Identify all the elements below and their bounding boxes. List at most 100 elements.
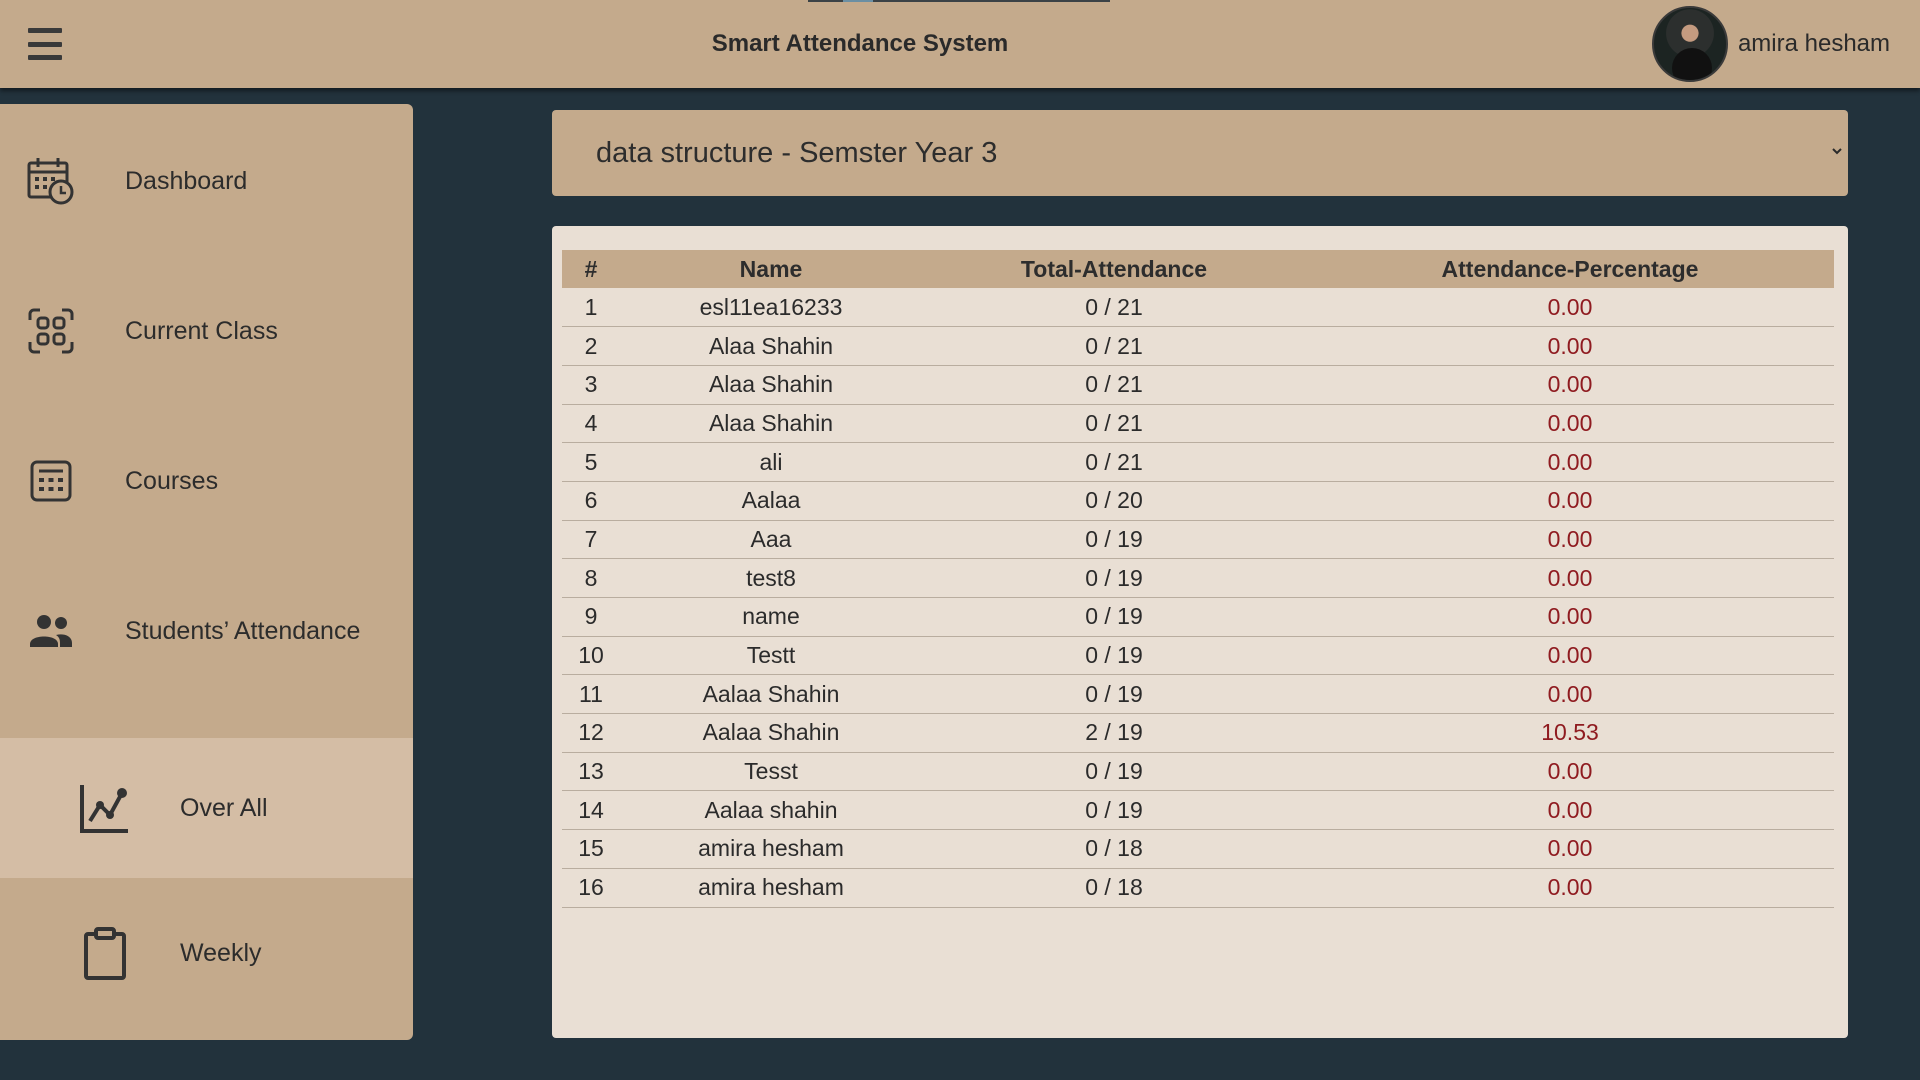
total-attendance: 0 / 21 <box>922 442 1306 482</box>
attendance-percentage: 0.00 <box>1306 597 1834 637</box>
student-name: ali <box>620 442 922 482</box>
avatar[interactable] <box>1651 6 1728 82</box>
total-attendance: 0 / 20 <box>922 481 1306 521</box>
people-icon <box>30 615 72 647</box>
sidebar-subitem-weekly[interactable]: Weekly <box>0 878 413 1028</box>
total-attendance: 0 / 19 <box>922 520 1306 560</box>
user-name: amira hesham <box>1737 30 1890 57</box>
table-row[interactable]: 11 Aalaa Shahin 0 / 19 0.00 <box>562 674 1834 715</box>
row-index: 5 <box>562 442 620 482</box>
sidebar-subitem-over-all[interactable]: Over All <box>0 738 413 878</box>
attendance-percentage: 0.00 <box>1306 520 1834 560</box>
scan-icon <box>28 308 74 354</box>
table-row[interactable]: 15 amira hesham 0 / 18 0.00 <box>562 829 1834 869</box>
attendance-percentage: 0.00 <box>1306 481 1834 521</box>
attendance-percentage: 0.00 <box>1306 442 1834 482</box>
table-row[interactable]: 12 Aalaa Shahin 2 / 19 10.53 <box>562 713 1834 753</box>
total-attendance: 0 / 21 <box>922 365 1306 405</box>
loading-indicator <box>808 0 1110 2</box>
table-row[interactable]: 16 amira hesham 0 / 18 0.00 <box>562 868 1834 908</box>
row-index: 3 <box>562 365 620 405</box>
table-row[interactable]: 4 Alaa Shahin 0 / 21 0.00 <box>562 404 1834 444</box>
student-name: Alaa Shahin <box>620 404 922 444</box>
row-index: 1 <box>562 288 620 328</box>
row-index: 8 <box>562 558 620 598</box>
table-row[interactable]: 5 ali 0 / 21 0.00 <box>562 442 1834 482</box>
total-attendance: 0 / 21 <box>922 404 1306 444</box>
row-index: 11 <box>562 674 620 715</box>
student-name: esl11ea16233 <box>620 288 922 328</box>
table-row[interactable]: 14 Aalaa shahin 0 / 19 0.00 <box>562 790 1834 831</box>
total-attendance: 2 / 19 <box>922 713 1306 753</box>
student-name: Testt <box>620 636 922 676</box>
table-row[interactable]: 9 name 0 / 19 0.00 <box>562 597 1834 637</box>
clipboard-icon <box>84 927 126 980</box>
column-header-total-attendance[interactable]: Total-Attendance <box>922 250 1306 288</box>
table-row[interactable]: 13 Tesst 0 / 19 0.00 <box>562 752 1834 792</box>
row-index: 4 <box>562 404 620 444</box>
row-index: 15 <box>562 829 620 869</box>
attendance-percentage: 0.00 <box>1306 558 1834 598</box>
course-select[interactable]: data structure - Semster Year 3 <box>552 110 1848 196</box>
row-index: 13 <box>562 752 620 792</box>
calculator-icon <box>30 460 72 502</box>
sidebar-item-courses[interactable]: Courses <box>0 406 413 556</box>
row-index: 6 <box>562 481 620 521</box>
table-row[interactable]: 7 Aaa 0 / 19 0.00 <box>562 520 1834 560</box>
attendance-percentage: 0.00 <box>1306 674 1834 715</box>
column-header-attendance-percentage[interactable]: Attendance-Percentage <box>1306 250 1834 288</box>
student-name: Alaa Shahin <box>620 326 922 366</box>
attendance-percentage: 0.00 <box>1306 790 1834 831</box>
student-name: amira hesham <box>620 868 922 908</box>
calendar-clock-icon <box>27 158 74 205</box>
student-name: name <box>620 597 922 637</box>
attendance-percentage: 0.00 <box>1306 288 1834 328</box>
attendance-percentage: 0.00 <box>1306 636 1834 676</box>
row-index: 7 <box>562 520 620 560</box>
total-attendance: 0 / 21 <box>922 288 1306 328</box>
total-attendance: 0 / 19 <box>922 636 1306 676</box>
top-bar: Smart Attendance System amira hesham <box>0 0 1920 88</box>
total-attendance: 0 / 19 <box>922 790 1306 831</box>
table-row[interactable]: 10 Testt 0 / 19 0.00 <box>562 636 1834 676</box>
app-title: Smart Attendance System <box>711 30 1009 57</box>
course-select-value: data structure - Semster Year 3 <box>596 136 998 169</box>
student-name: Aalaa <box>620 481 922 521</box>
row-index: 9 <box>562 597 620 637</box>
total-attendance: 0 / 19 <box>922 752 1306 792</box>
table-row[interactable]: 1 esl11ea16233 0 / 21 0.00 <box>562 288 1834 328</box>
sidebar-item-current-class[interactable]: Current Class <box>0 256 413 406</box>
sidebar-item-dashboard[interactable]: Dashboard <box>0 106 413 256</box>
student-name: amira hesham <box>620 829 922 869</box>
student-name: Aalaa Shahin <box>620 674 922 715</box>
table-row[interactable]: 2 Alaa Shahin 0 / 21 0.00 <box>562 326 1834 366</box>
total-attendance: 0 / 19 <box>922 558 1306 598</box>
attendance-percentage: 10.53 <box>1306 713 1834 753</box>
attendance-card: # Name Total-Attendance Attendance-Perce… <box>552 226 1848 1038</box>
sidebar: Dashboard Current Class Courses Students… <box>0 104 413 1040</box>
row-index: 2 <box>562 326 620 366</box>
total-attendance: 0 / 18 <box>922 829 1306 869</box>
table-row[interactable]: 8 test8 0 / 19 0.00 <box>562 558 1834 598</box>
student-name: Aalaa Shahin <box>620 713 922 753</box>
attendance-percentage: 0.00 <box>1306 326 1834 366</box>
attendance-percentage: 0.00 <box>1306 752 1834 792</box>
sidebar-item-label: Over All <box>180 793 268 822</box>
sidebar-item-label: Courses <box>125 466 219 495</box>
table-row[interactable]: 3 Alaa Shahin 0 / 21 0.00 <box>562 365 1834 405</box>
chevron-down-icon <box>1832 148 1842 155</box>
column-header-name[interactable]: Name <box>620 250 922 288</box>
table-header-row: # Name Total-Attendance Attendance-Perce… <box>562 250 1834 288</box>
column-header-index[interactable]: # <box>562 250 620 288</box>
attendance-table: # Name Total-Attendance Attendance-Perce… <box>562 250 1834 908</box>
total-attendance: 0 / 18 <box>922 868 1306 908</box>
table-row[interactable]: 6 Aalaa 0 / 20 0.00 <box>562 481 1834 521</box>
sidebar-item-label: Students’ Attendance <box>125 616 361 645</box>
attendance-percentage: 0.00 <box>1306 404 1834 444</box>
sidebar-item-students-attendance[interactable]: Students’ Attendance <box>0 556 413 706</box>
row-index: 16 <box>562 868 620 908</box>
user-profile[interactable]: amira hesham <box>1651 6 1890 82</box>
table-body: 1 esl11ea16233 0 / 21 0.00 2 Alaa Shahin 0 / 2… <box>562 288 1834 908</box>
sidebar-item-label: Dashboard <box>125 166 248 195</box>
row-index: 10 <box>562 636 620 676</box>
